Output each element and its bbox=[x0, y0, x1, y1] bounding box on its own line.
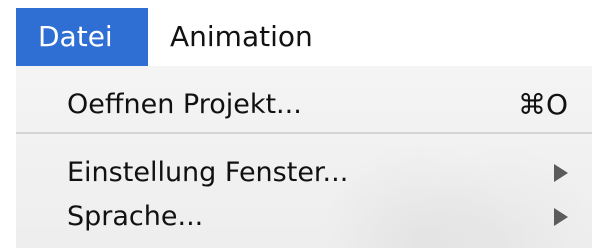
menu-item-open-project[interactable]: Oeffnen Projekt... ⌘O bbox=[16, 84, 592, 126]
menu-item-label: Einstellung Fenster... bbox=[67, 157, 349, 188]
menu-item-window-settings[interactable]: Einstellung Fenster... bbox=[16, 152, 592, 194]
menu-item-language[interactable]: Sprache... bbox=[16, 196, 592, 238]
menu-separator bbox=[16, 132, 592, 134]
menu-bar-item-animation[interactable]: Animation bbox=[170, 8, 313, 66]
keyboard-shortcut: ⌘O bbox=[517, 88, 568, 121]
submenu-arrow-icon bbox=[554, 164, 568, 182]
file-menu-dropdown: Oeffnen Projekt... ⌘O Einstellung Fenste… bbox=[16, 66, 592, 248]
submenu-arrow-icon bbox=[554, 208, 568, 226]
menu-item-label: Oeffnen Projekt... bbox=[67, 89, 302, 120]
menu-bar-item-file[interactable]: Datei bbox=[16, 8, 148, 66]
menu-item-label: Sprache... bbox=[67, 201, 204, 232]
